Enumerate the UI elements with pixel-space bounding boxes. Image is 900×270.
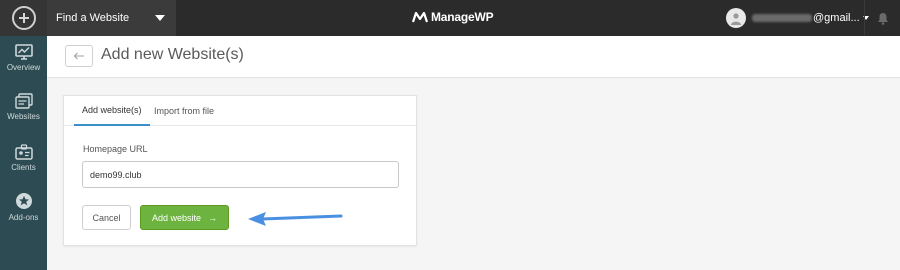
top-bar: Find a Website ManageWP @gmail... [0,0,900,36]
back-arrow-icon [73,52,84,60]
avatar [726,8,746,28]
sidebar: Overview Websites Clients Add-ons [0,36,47,270]
tab-label: Add website(s) [82,105,142,115]
site-selector[interactable]: Find a Website [47,0,176,36]
account-email: @gmail... [813,12,860,24]
arrow-right-icon: → [208,212,218,223]
plus-circle-icon [11,6,36,30]
add-website-button-label: Add website [151,212,202,223]
site-selector-label: Find a Website [56,12,130,24]
managewp-logo[interactable]: ManageWP [412,10,494,24]
sidebar-item-clients[interactable]: Clients [0,144,47,190]
annotation-arrow-icon [248,212,343,226]
sidebar-item-label: Add-ons [8,213,39,222]
add-website-card: Add website(s) Import from file Homepage… [63,95,417,246]
redacted-email [752,14,812,22]
add-website-button[interactable]: Add website → [140,205,229,230]
clients-icon [14,144,33,160]
tab-import-from-file[interactable]: Import from file [154,96,214,126]
homepage-url-label: Homepage URL [83,144,148,154]
bell-icon [877,12,888,25]
sidebar-item-websites[interactable]: Websites [0,93,47,139]
tab-label: Import from file [154,106,215,116]
page-header: Add new Website(s) [47,36,900,78]
websites-icon [14,93,33,109]
notifications-button[interactable] [864,0,900,36]
addons-icon [15,193,32,209]
caret-down-icon [155,15,165,21]
sidebar-item-label: Clients [11,163,36,172]
sidebar-item-addons[interactable]: Add-ons [0,192,47,238]
cancel-button-label: Cancel [92,212,121,223]
homepage-url-input[interactable] [82,161,399,188]
page-title: Add new Website(s) [101,46,244,63]
cancel-button[interactable]: Cancel [82,205,131,230]
logo-mark-icon [412,11,428,23]
monitor-icon [14,44,33,60]
sidebar-item-overview[interactable]: Overview [0,44,47,90]
add-button[interactable] [0,0,47,36]
tab-add-websites[interactable]: Add website(s) [74,96,150,126]
logo-text: ManageWP [431,10,494,24]
sidebar-item-label: Websites [7,112,40,121]
account-menu[interactable]: @gmail... [726,8,869,28]
tab-bar: Add website(s) Import from file [64,96,416,126]
sidebar-item-label: Overview [6,63,41,72]
back-button[interactable] [65,45,93,67]
